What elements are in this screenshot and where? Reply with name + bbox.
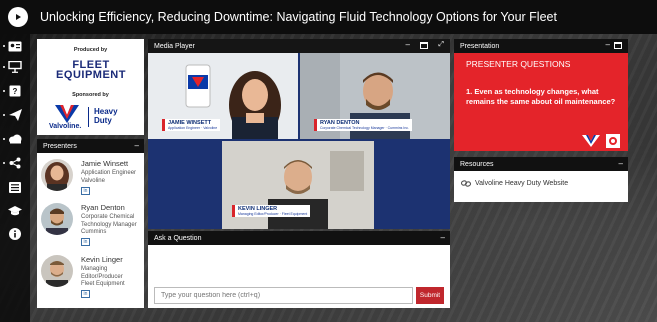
presenter-role: Application Engineer Valvoline: [81, 170, 137, 184]
slide-title: PRESENTER QUESTIONS: [466, 59, 571, 69]
media-player-header: Media Player – ⤢: [148, 39, 450, 53]
presentation-slide[interactable]: PRESENTER QUESTIONS 1. Even as technolog…: [454, 53, 628, 151]
window-icon[interactable]: [420, 42, 428, 49]
question-input[interactable]: [154, 287, 413, 304]
ask-question-header: Ask a Question –: [148, 231, 450, 245]
event-title: Unlocking Efficiency, Reducing Downtime:…: [40, 10, 557, 24]
fleet-equipment-logo[interactable]: FLEET EQUIPMENT: [55, 60, 127, 81]
minimize-icon[interactable]: –: [606, 40, 610, 49]
video-tile-kevin: KEVIN LINGER Managing Editor/Producer · …: [222, 141, 374, 229]
linkedin-icon[interactable]: in: [81, 187, 90, 195]
home-button[interactable]: [8, 7, 28, 27]
presenters-panel: Presenters – Jamie Winsett Application E…: [37, 139, 144, 308]
presentation-screen-icon[interactable]: [3, 60, 22, 74]
minimize-icon[interactable]: –: [441, 233, 445, 242]
play-icon: [16, 14, 21, 20]
graduation-cap-icon[interactable]: [8, 204, 22, 218]
valvoline-wordmark: Valvoline.: [49, 123, 82, 130]
avatar: [41, 159, 73, 191]
help-icon[interactable]: ?: [3, 84, 22, 98]
cloud-icon[interactable]: [3, 132, 22, 146]
presenter-role: Corporate Chemical Technology Manager Cu…: [81, 214, 137, 235]
linkedin-icon[interactable]: in: [81, 290, 90, 298]
sponsor-panel: Produced by FLEET EQUIPMENT Sponsored by…: [37, 39, 144, 135]
avatar: [41, 255, 73, 287]
presenters-header: Presenters –: [37, 139, 144, 153]
ask-question-panel: Ask a Question – Submit: [148, 231, 450, 308]
minimize-icon[interactable]: –: [406, 40, 410, 49]
slide-question: 1. Even as technology changes, what rema…: [466, 87, 616, 106]
sponsored-by-label: Sponsored by: [72, 92, 109, 98]
id-card-icon[interactable]: [3, 39, 22, 53]
produced-by-label: Produced by: [73, 47, 108, 53]
fullscreen-icon[interactable]: ⤢: [438, 41, 444, 49]
video-tile-jamie: JAMIE WINSETT Application Engineer · Val…: [148, 53, 298, 139]
presenter-name: Ryan Denton: [81, 203, 125, 212]
minimize-icon[interactable]: –: [619, 159, 623, 168]
resources-panel: Resources – Valvoline Heavy Duty Website: [454, 157, 628, 202]
left-rail: ?: [0, 34, 30, 322]
valvoline-logo-icon: [582, 135, 600, 147]
avatar: [41, 203, 73, 235]
presenter-role: Managing Editor/Producer Fleet Equipment: [81, 266, 125, 287]
sponsor-divider: [88, 107, 89, 127]
presentation-header: Presentation –: [454, 39, 628, 53]
submit-button[interactable]: Submit: [416, 287, 444, 304]
window-icon[interactable]: [614, 42, 622, 49]
video-tile-ryan: RYAN DENTON Corporate Chemical Technolog…: [300, 53, 450, 139]
list-icon[interactable]: [8, 180, 22, 194]
presenter-name: Kevin Linger: [81, 255, 123, 264]
info-icon[interactable]: [8, 227, 22, 241]
video-stage[interactable]: JAMIE WINSETT Application Engineer · Val…: [148, 53, 450, 229]
heavy-duty-wordmark: Heavy Duty: [94, 107, 118, 125]
link-icon: [461, 180, 471, 187]
presenter-name: Jamie Winsett: [81, 159, 129, 168]
top-bar: Unlocking Efficiency, Reducing Downtime:…: [0, 0, 657, 34]
share-icon[interactable]: [3, 156, 22, 170]
media-player-panel: Media Player – ⤢ JAMIE WINSETT Applicati…: [148, 39, 450, 229]
resources-header: Resources –: [454, 157, 628, 171]
minimize-icon[interactable]: –: [135, 141, 139, 150]
presentation-panel: Presentation – PRESENTER QUESTIONS 1. Ev…: [454, 39, 628, 151]
svg-text:?: ?: [13, 87, 18, 96]
name-tag: RYAN DENTON Corporate Chemical Technolog…: [314, 119, 413, 131]
name-tag: KEVIN LINGER Managing Editor/Producer · …: [232, 205, 311, 217]
name-tag: JAMIE WINSETT Application Engineer · Val…: [162, 119, 221, 131]
resource-link[interactable]: Valvoline Heavy Duty Website: [461, 180, 568, 187]
linkedin-icon[interactable]: in: [81, 238, 90, 246]
send-icon[interactable]: [3, 108, 22, 122]
cummins-logo-icon: [606, 134, 620, 148]
